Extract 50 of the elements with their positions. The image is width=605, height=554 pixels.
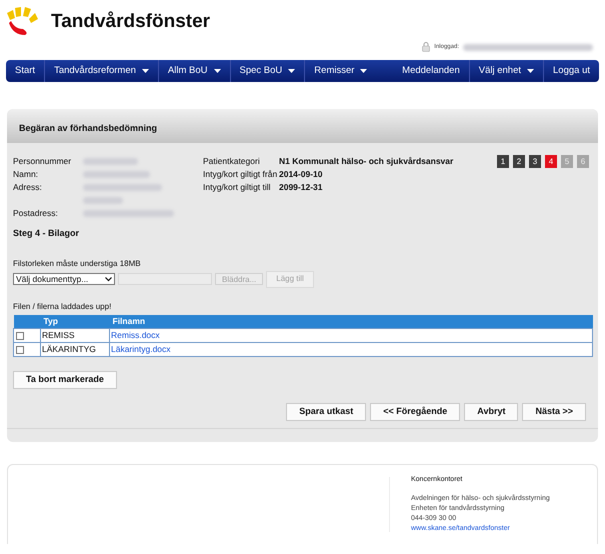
step-indicator: 4 — [545, 155, 557, 168]
field-value: N1 Kommunalt hälso- och sjukvårdsansvar — [279, 155, 454, 168]
action-button[interactable]: << Föregående — [370, 403, 460, 421]
nav-item[interactable]: Meddelanden — [393, 60, 470, 82]
column-header: Typ — [40, 314, 110, 328]
chevron-down-icon — [105, 276, 112, 282]
step-indicator: 6 — [577, 155, 589, 168]
logo-icon — [7, 7, 39, 37]
action-button[interactable]: Nästa >> — [522, 403, 586, 421]
field-label: Adress: — [13, 181, 43, 194]
column-header: Filnamn — [110, 314, 592, 328]
table-cell: REMISS — [40, 328, 110, 342]
nav-item[interactable]: Logga ut — [544, 60, 599, 82]
nav-item[interactable]: Start — [6, 60, 46, 82]
size-note: Filstorleken måste understiga 18MB — [13, 258, 142, 270]
field-label: Intyg/kort giltigt från — [203, 168, 278, 181]
redacted-value — [83, 158, 138, 165]
step-indicator: 3 — [529, 155, 541, 168]
nav-item[interactable]: Allm BoU — [158, 60, 231, 82]
table-header-cell — [14, 314, 40, 328]
remove-selected-button[interactable]: Ta bort markerade — [13, 370, 117, 389]
field-label: Namn: — [13, 168, 40, 181]
step-indicator: 1 — [497, 155, 509, 168]
action-button[interactable]: Avbryt — [464, 403, 518, 421]
field-label: Intyg/kort giltigt till — [203, 181, 272, 194]
row-checkbox[interactable] — [16, 346, 24, 354]
step-heading: Steg 4 - Bilagor — [13, 227, 80, 240]
site-title: Tandvårdsfönster — [51, 10, 210, 34]
file-link[interactable]: Läkarintyg.docx — [111, 344, 171, 354]
field-label: Postadress: — [13, 207, 59, 220]
field-value: 2014-09-10 — [279, 168, 322, 181]
lock-icon — [422, 42, 430, 52]
nav-item[interactable]: Spec BoU — [230, 60, 306, 82]
panel-title: Begäran av förhandsbedömning — [19, 123, 158, 133]
field-label: Patientkategori — [203, 155, 261, 168]
field-label: Personnummer — [13, 155, 72, 168]
step-indicator: 2 — [513, 155, 525, 168]
upload-message: Filen / filerna laddades upp! — [13, 300, 112, 312]
file-link[interactable]: Remiss.docx — [111, 330, 160, 340]
redacted-value — [83, 197, 123, 204]
nav-item[interactable]: Remisser — [305, 60, 376, 82]
action-button[interactable]: Spara utkast — [286, 403, 366, 421]
nav-item[interactable]: Tandvårdsreformen — [45, 60, 159, 82]
step-indicator: 5 — [561, 155, 573, 168]
document-type-select[interactable]: Välj dokumenttyp... — [13, 273, 115, 285]
table-cell: LÄKARINTYG — [40, 342, 110, 356]
row-checkbox[interactable] — [16, 332, 24, 340]
field-value: 2099-12-31 — [279, 181, 322, 194]
nav-item[interactable]: Välj enhet — [470, 60, 544, 82]
redacted-value — [83, 171, 150, 178]
